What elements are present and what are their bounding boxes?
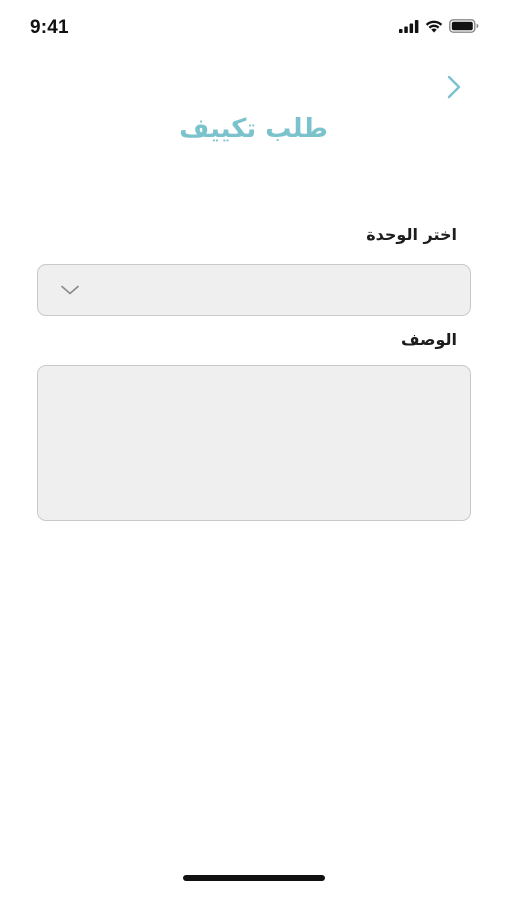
status-time: 9:41 [30,17,69,38]
status-bar: 9:41 [0,0,507,56]
back-button[interactable] [441,74,467,104]
home-indicator [183,875,325,881]
ac-request-screen: 9:41 طلب تكييف اختر الوحدة الوصف [0,0,507,900]
description-textarea[interactable] [37,365,471,521]
signal-icon [399,19,419,33]
wifi-icon [425,19,443,33]
unit-select[interactable] [37,264,471,316]
status-icons [399,19,479,33]
chevron-right-icon [447,75,461,103]
unit-label: اختر الوحدة [366,225,457,244]
description-label: الوصف [400,330,457,349]
chevron-down-icon [60,283,80,297]
page-title: طلب تكييف [179,114,328,144]
battery-icon [449,19,479,33]
